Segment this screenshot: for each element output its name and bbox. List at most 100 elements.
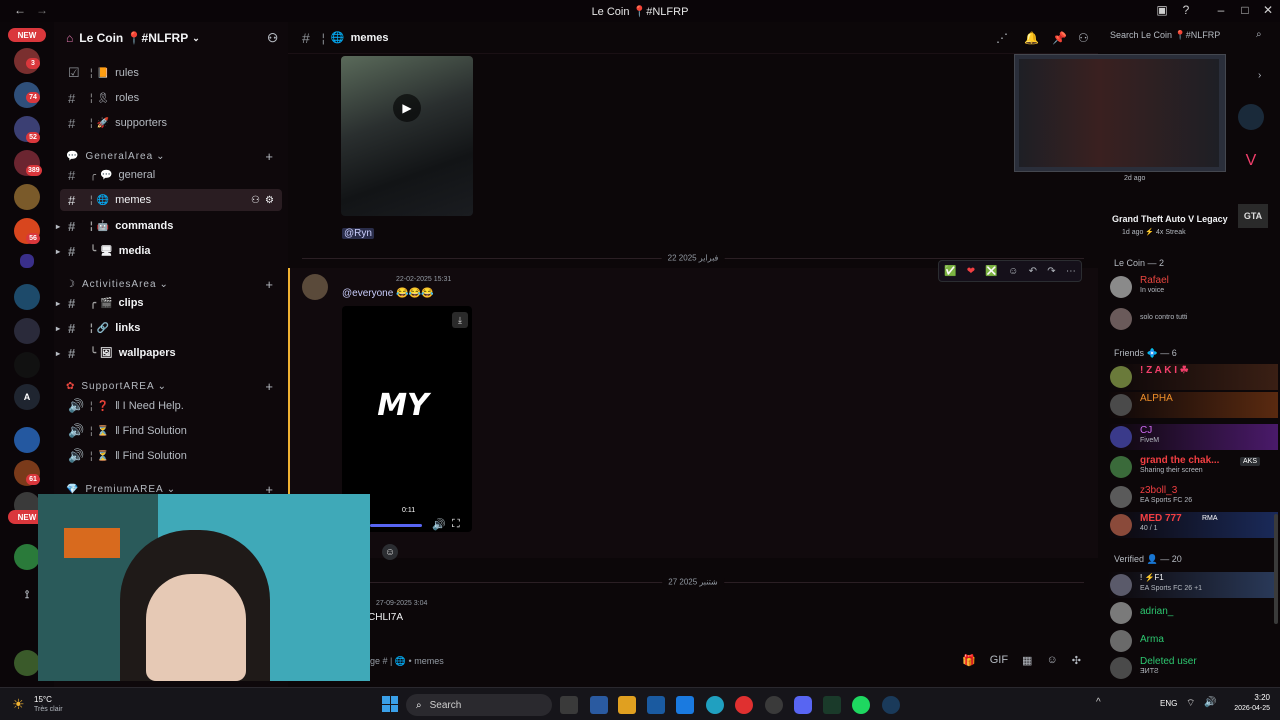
inbox-icon[interactable]: ▣ <box>1154 3 1170 17</box>
member-item[interactable]: Rafael In voice <box>1108 274 1278 300</box>
minimize-icon[interactable]: – <box>1213 3 1229 17</box>
terminal-icon[interactable] <box>823 696 841 714</box>
add-server-icon[interactable] <box>14 544 40 570</box>
task-view-icon[interactable] <box>560 696 578 714</box>
server-icon[interactable] <box>14 184 40 210</box>
tray-chevron-icon[interactable]: ^ <box>1096 697 1101 708</box>
category-support-area[interactable]: ✿ SupportAREA ⌄ + <box>66 378 282 394</box>
search-input[interactable]: Search Le Coin 📍#NLFRP <box>1110 30 1272 41</box>
mention-ryn[interactable]: @Ryn <box>342 228 374 239</box>
check-reaction-icon[interactable]: ✅ <box>944 266 956 277</box>
folder-icon[interactable] <box>20 254 34 268</box>
play-icon[interactable]: ▶ <box>393 94 421 122</box>
gear-icon[interactable]: ⚙ <box>265 195 274 206</box>
fullscreen-icon[interactable]: ⛶ <box>452 518 460 531</box>
member-item[interactable]: ! Z A K I ☘ <box>1108 364 1278 390</box>
spotify-icon[interactable] <box>852 696 870 714</box>
channel-memes[interactable]: # ¦ 🌐 memes ⚇ ⚙ <box>60 189 282 211</box>
stream-preview[interactable] <box>1014 54 1226 172</box>
gift-icon[interactable]: 🎁 <box>962 654 976 667</box>
video-progress-bar[interactable] <box>370 524 422 527</box>
windows-start-icon[interactable] <box>382 696 398 712</box>
wifi-icon[interactable]: ⌔ <box>1186 697 1195 710</box>
store-icon[interactable] <box>647 696 665 714</box>
heart-reaction-icon[interactable]: ❤ <box>967 266 975 277</box>
emoji-icon[interactable]: ☺ <box>1046 654 1057 667</box>
browser-icon[interactable] <box>706 696 724 714</box>
server-header[interactable]: ⌂ Le Coin 📍#NLFRP ⌄ ⚇ <box>54 22 288 54</box>
add-reaction-icon[interactable]: ☺ <box>382 544 398 560</box>
member-item[interactable]: CJ FiveM <box>1108 424 1278 450</box>
channel-need-help[interactable]: 🔊 ¦ ❓ ‖ I Need Help. <box>60 395 282 417</box>
channel-media[interactable]: ▸ # ╰ 🖥 media <box>56 240 282 262</box>
maximize-icon[interactable]: □ <box>1237 3 1253 17</box>
add-channel-icon[interactable]: + <box>265 149 274 164</box>
more-icon[interactable]: ⋯ <box>1066 266 1076 277</box>
app-icon[interactable] <box>590 696 608 714</box>
server-icon[interactable] <box>14 284 40 310</box>
channel-commands[interactable]: ▸ # ¦ 🤖 commands <box>56 215 282 237</box>
channel-rules[interactable]: ☑ ¦ 📙 rules <box>60 62 282 84</box>
author-avatar[interactable] <box>302 274 328 300</box>
rss-icon[interactable]: ⟟ <box>14 582 40 608</box>
member-item[interactable]: MED 777 40 / 1 RMA <box>1108 512 1278 538</box>
invite-icon[interactable]: ⚇ <box>251 195 260 206</box>
scrollbar[interactable] <box>1274 514 1278 624</box>
help-icon[interactable]: ? <box>1178 3 1194 17</box>
threads-icon[interactable]: ⋰ <box>996 31 1008 45</box>
opera-icon[interactable] <box>735 696 753 714</box>
channel-supporters[interactable]: # ¦ 🚀 supporters <box>60 112 282 134</box>
add-channel-icon[interactable]: + <box>265 277 274 292</box>
app-icon[interactable] <box>765 696 783 714</box>
invite-people-icon[interactable]: ⚇ <box>267 31 278 45</box>
member-item[interactable]: ! ⚡F1 EA Sports FC 26 +1 <box>1108 572 1278 598</box>
member-item[interactable]: grand the chak... Sharing their screen AKS <box>1108 454 1278 480</box>
channel-clips[interactable]: ▸ # ╭ 🎬 clips <box>56 292 282 314</box>
member-item[interactable]: solo contro tutti <box>1108 306 1278 332</box>
search-icon[interactable]: ⌕ <box>1256 29 1262 40</box>
forward-icon[interactable]: ↷ <box>1047 266 1055 277</box>
member-item[interactable]: adrian_ <box>1108 600 1278 626</box>
server-icon[interactable] <box>14 427 40 453</box>
x-reaction-icon[interactable]: ❎ <box>985 266 997 277</box>
download-icon[interactable]: ⤓ <box>452 312 468 328</box>
language-indicator[interactable]: ENG <box>1160 699 1177 708</box>
member-item[interactable]: ALPHA <box>1108 392 1278 418</box>
server-icon[interactable]: A <box>14 384 40 410</box>
volume-icon[interactable]: 🔊 <box>432 518 446 531</box>
channel-links[interactable]: ▸ # ¦ 🔗 links <box>56 317 282 339</box>
add-reaction-icon[interactable]: ☺ <box>1008 266 1018 277</box>
gif-icon[interactable]: GIF <box>990 654 1008 667</box>
channel-roles[interactable]: # ¦ 🎗 roles <box>60 87 282 109</box>
volume-icon[interactable]: 🔊 <box>1204 697 1216 708</box>
channel-general[interactable]: # ╭ 💬 general <box>60 164 282 186</box>
edge-icon[interactable] <box>676 696 694 714</box>
channel-find-solution-2[interactable]: 🔊 ¦ ⏳ ‖ Find Solution <box>60 445 282 467</box>
close-icon[interactable]: ✕ <box>1260 3 1276 17</box>
user-avatar[interactable] <box>14 650 40 676</box>
chevron-right-icon[interactable]: › <box>1258 70 1261 81</box>
message-author[interactable]: CHLI7A <box>368 612 403 623</box>
category-activities-area[interactable]: ☽ ActivitiesArea ⌄ + <box>66 276 282 292</box>
sticker-icon[interactable]: ▦ <box>1022 654 1032 667</box>
taskbar-search[interactable]: ⌕ Search <box>406 694 552 716</box>
bell-icon[interactable]: 🔔 <box>1024 31 1039 45</box>
category-general-area[interactable]: 💬 GeneralArea ⌄ + <box>66 148 282 164</box>
member-item[interactable]: Arma <box>1108 628 1278 654</box>
new-unread-pill[interactable]: NEW <box>8 28 46 42</box>
discord-icon[interactable] <box>794 696 812 714</box>
channel-wallpapers[interactable]: ▸ # ╰ 🖼 wallpapers <box>56 342 282 364</box>
file-explorer-icon[interactable] <box>618 696 636 714</box>
member-item[interactable]: Deleted user ƎИTƧ <box>1108 655 1278 681</box>
apps-icon[interactable]: ✣ <box>1072 654 1081 667</box>
add-channel-icon[interactable]: + <box>265 379 274 394</box>
server-icon[interactable] <box>14 318 40 344</box>
steam-icon[interactable] <box>882 696 900 714</box>
server-icon[interactable] <box>14 352 40 378</box>
pin-icon[interactable]: 📌 <box>1052 31 1067 45</box>
member-item[interactable]: z3boll_3 EA Sports FC 26 <box>1108 484 1278 510</box>
member-list-icon[interactable]: ⚇ <box>1078 31 1089 45</box>
attachment-video-thumbnail[interactable]: ▶ <box>341 56 473 216</box>
message-input-placeholder[interactable]: ge # | 🌐 • memes <box>370 656 970 668</box>
channel-find-solution-1[interactable]: 🔊 ¦ ⏳ ‖ Find Solution <box>60 420 282 442</box>
